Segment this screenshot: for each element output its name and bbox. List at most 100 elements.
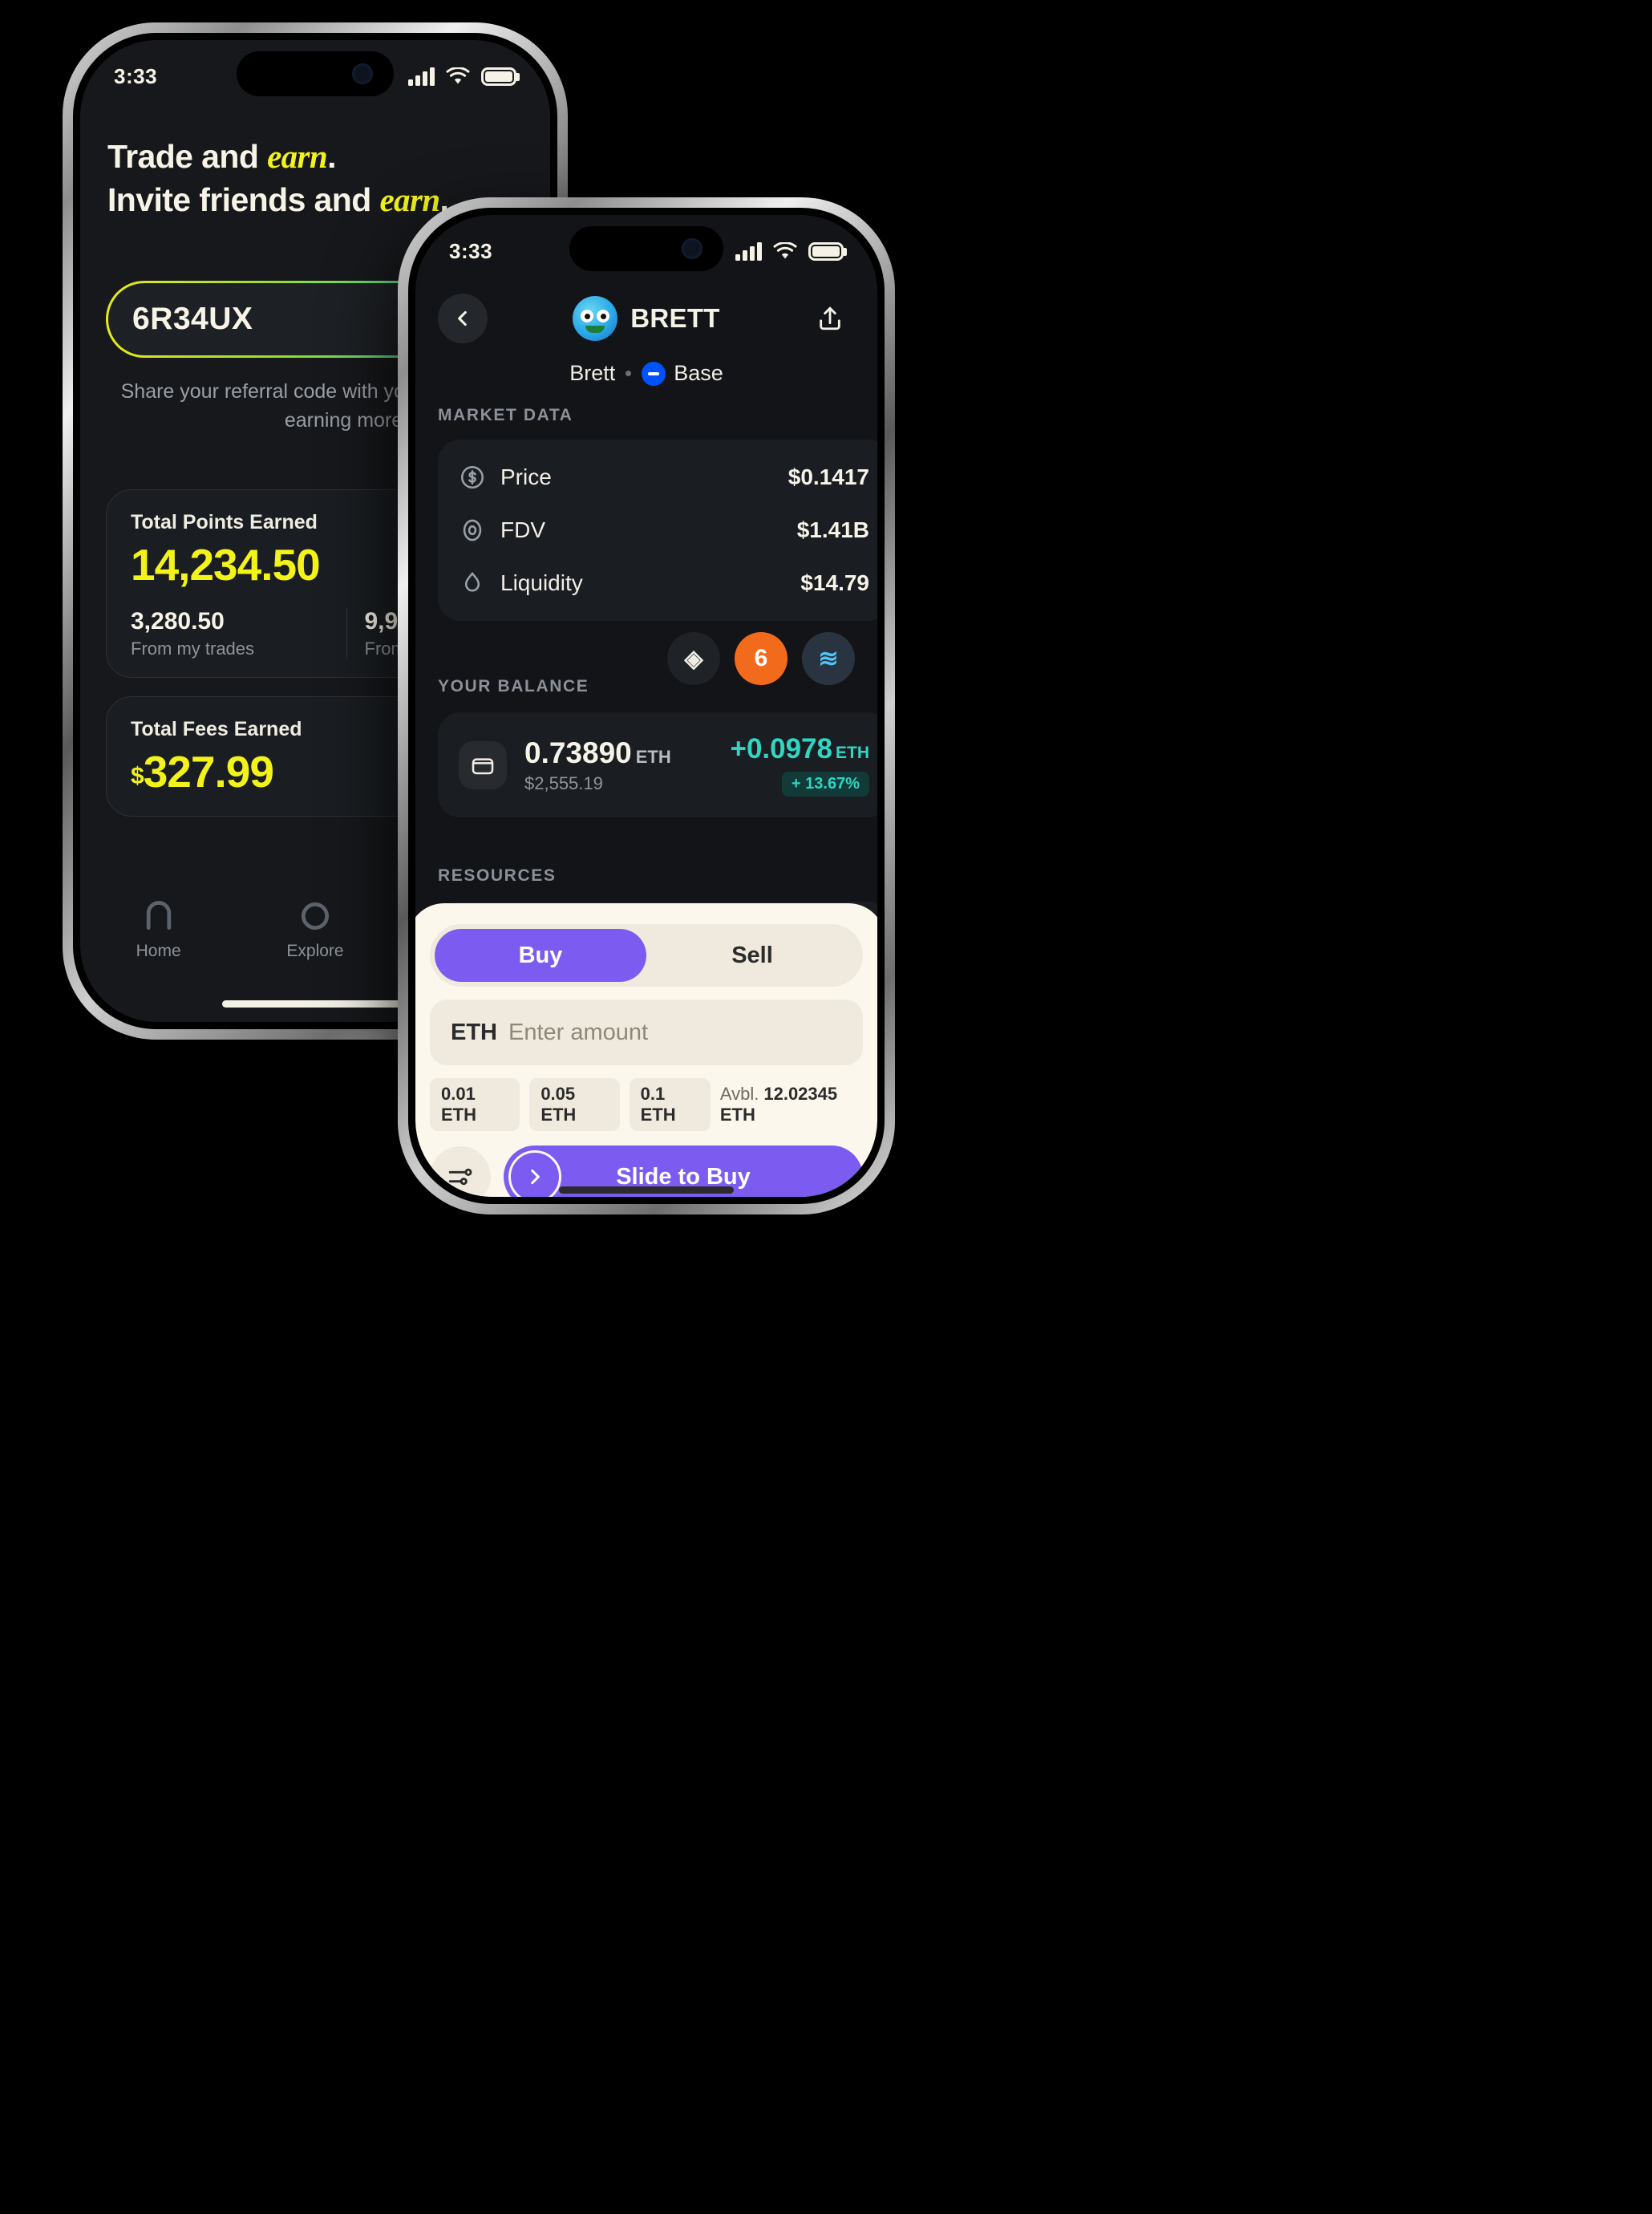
home-indicator-right: [559, 1186, 734, 1194]
status-bar-left: 3:33: [80, 64, 550, 89]
phone-bezel-right: 3:33 BRETT Brett Base MARKET DATA Price …: [408, 208, 885, 1204]
share-icon: [820, 306, 840, 330]
token-title-group: BRETT: [500, 296, 792, 341]
tab-home[interactable]: Home: [80, 898, 237, 961]
wallet-icon: [472, 757, 494, 774]
amount-input[interactable]: [508, 1019, 842, 1046]
quick-amount-1[interactable]: 0.01 ETH: [430, 1078, 520, 1131]
birdeye-link[interactable]: 6: [735, 632, 788, 685]
quick-amount-2[interactable]: 0.05 ETH: [529, 1078, 620, 1131]
amount-field-group[interactable]: ETH: [430, 1000, 863, 1065]
token-subtitle: Brett Base: [415, 361, 877, 386]
share-token-button[interactable]: [805, 294, 855, 343]
headline-line2-emphasis: earn: [379, 181, 440, 219]
from-trades-value: 3,280.50: [131, 608, 225, 635]
market-row-fdv-value: $1.41B: [796, 517, 869, 542]
balance-main: 0.73890 ETH $2,555.19: [524, 736, 713, 794]
market-row-fdv-label: FDV: [500, 517, 545, 542]
dollar-circle-icon: [460, 465, 484, 489]
base-chain-icon: [642, 361, 666, 386]
total-fees-value: $327.99: [131, 746, 434, 797]
balance-amount-value: 0.73890: [524, 736, 632, 769]
birdeye-icon: 6: [754, 645, 768, 671]
trade-settings-button[interactable]: [430, 1146, 491, 1197]
your-balance-label: YOUR BALANCE: [438, 677, 589, 695]
chain-chip: Base: [642, 361, 723, 386]
balance-delta-value: +0.0978: [730, 733, 833, 764]
chevron-left-icon: [458, 310, 467, 326]
dexscreener-icon: ◈: [684, 645, 703, 672]
status-bar-right: 3:33: [415, 239, 877, 264]
tab-home-label: Home: [136, 942, 181, 960]
tab-explore-label: Explore: [286, 942, 344, 960]
separator-dot: [626, 371, 632, 376]
token-nav-bar: BRETT: [415, 289, 877, 348]
headline-line1-prefix: Trade and: [107, 138, 268, 175]
balance-change: +0.0978 ETH + 13.67%: [731, 733, 870, 797]
points-from-trades: 3,280.50 From my trades: [131, 608, 329, 659]
available-label: Avbl.: [719, 1084, 759, 1104]
balance-delta-unit: ETH: [836, 744, 869, 762]
headline-line2-prefix: Invite friends and: [107, 181, 380, 219]
token-name: Brett: [569, 361, 616, 385]
explore-icon: [301, 902, 330, 931]
total-fees-label: Total Fees Earned: [131, 718, 302, 740]
market-row-fdv: FDV $1.41B: [459, 504, 869, 557]
headline-line1-suffix: .: [327, 138, 336, 175]
token-symbol: BRETT: [630, 303, 720, 333]
dex-links-row: ◈ 6 ≋: [667, 632, 855, 685]
home-icon: [146, 901, 171, 931]
market-row-liquidity: Liquidity $14.79: [459, 557, 869, 610]
currency-symbol: $: [131, 763, 144, 789]
status-indicators: [408, 67, 516, 86]
buy-sell-toggle: Buy Sell: [430, 924, 863, 987]
status-time: 3:33: [114, 64, 158, 88]
market-row-liquidity-label: Liquidity: [500, 570, 583, 595]
back-button[interactable]: [438, 294, 488, 343]
market-row-price-value: $0.1417: [788, 464, 869, 489]
trade-sheet: Buy Sell ETH 0.01 ETH 0.05 ETH 0.1 ETH A…: [415, 903, 877, 1197]
status-indicators: [735, 242, 844, 261]
battery-icon: [808, 242, 844, 261]
home-indicator-left: [222, 1000, 408, 1008]
market-data-label: MARKET DATA: [438, 406, 573, 424]
market-row-price-label: Price: [500, 464, 552, 489]
quick-amount-row: 0.01 ETH 0.05 ETH 0.1 ETH Avbl. 12.02345 …: [430, 1078, 863, 1131]
dextools-icon: ≋: [818, 645, 839, 672]
buy-tab[interactable]: Buy: [435, 929, 646, 982]
available-balance: Avbl. 12.02345 ETH: [720, 1084, 863, 1125]
cellular-icon: [408, 67, 435, 86]
market-row-liquidity-value: $14.79: [800, 570, 869, 595]
battery-icon: [481, 67, 516, 86]
droplet-icon: [464, 571, 480, 592]
fees-number: 327.99: [143, 747, 274, 797]
quick-amount-3[interactable]: 0.1 ETH: [629, 1078, 711, 1131]
headline-line1-emphasis: earn: [267, 138, 328, 175]
balance-delta: +0.0978 ETH: [731, 733, 870, 765]
status-time: 3:33: [449, 239, 493, 263]
sell-tab[interactable]: Sell: [646, 929, 858, 982]
balance-amount-unit: ETH: [635, 746, 671, 767]
dexscreener-link[interactable]: ◈: [667, 632, 720, 685]
balance-panel: 0.73890 ETH $2,555.19 +0.0978 ETH + 13.67%: [438, 712, 877, 817]
chain-name: Base: [674, 361, 723, 385]
balance-percent-badge: + 13.67%: [781, 772, 869, 797]
market-data-panel: Price $0.1417 FDV $1.41B Liquidity $14.7…: [438, 440, 877, 621]
screen-token: 3:33 BRETT Brett Base MARKET DATA Price …: [415, 215, 877, 1197]
wallet-button[interactable]: [459, 740, 507, 789]
from-trades-label: From my trades: [131, 639, 255, 659]
cellular-icon: [735, 242, 762, 261]
divider: [346, 608, 347, 659]
brett-avatar: [573, 296, 618, 341]
balance-amount: 0.73890 ETH: [524, 736, 713, 770]
amount-currency: ETH: [451, 1019, 497, 1045]
dextools-link[interactable]: ≋: [802, 632, 855, 685]
wifi-icon: [446, 67, 470, 84]
balance-usd: $2,555.19: [524, 772, 603, 793]
referral-code-value: 6R34UX: [132, 302, 253, 336]
tab-explore[interactable]: Explore: [237, 898, 393, 961]
resources-label: RESOURCES: [438, 866, 557, 885]
sliders-icon: [448, 1168, 472, 1186]
market-row-price: Price $0.1417: [459, 451, 869, 504]
earn-headline: Trade and earn. Invite friends and earn.: [107, 135, 449, 221]
